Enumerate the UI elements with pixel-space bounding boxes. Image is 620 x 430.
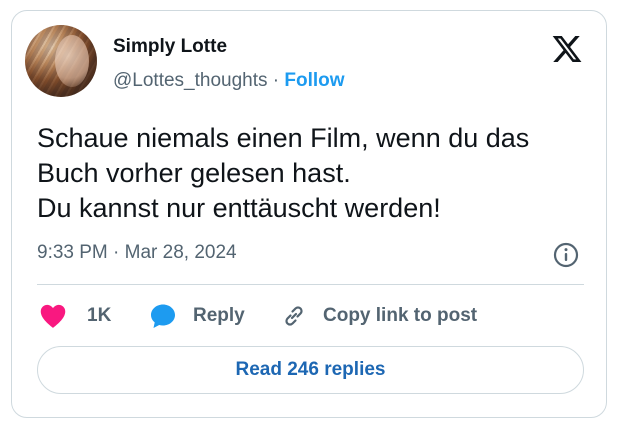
avatar-face: [55, 35, 89, 87]
author-handle[interactable]: @Lottes_thoughts: [113, 70, 268, 91]
speech-bubble-icon: [151, 304, 175, 328]
link-icon: [285, 306, 303, 326]
copy-link-label: Copy link to post: [323, 305, 478, 326]
author-handle-row: @Lottes_thoughts · Follow: [113, 70, 345, 92]
tweet-timestamp[interactable]: 9:33 PM · Mar 28, 2024: [37, 242, 237, 264]
reply-label: Reply: [193, 305, 245, 326]
reply-button[interactable]: Reply: [149, 302, 245, 330]
heart-icon: [40, 304, 66, 328]
info-icon[interactable]: [553, 242, 579, 268]
divider: [37, 284, 584, 285]
follow-button[interactable]: Follow: [284, 70, 344, 91]
tweet-text-line: Buch vorher gelesen hast.: [37, 158, 351, 188]
author-name[interactable]: Simply Lotte: [113, 36, 227, 58]
tweet-text-line: Du kannst nur enttäuscht werden!: [37, 193, 441, 223]
tweet-text: Schaue niemals einen Film, wenn du das B…: [37, 121, 587, 226]
like-button[interactable]: 1K: [39, 302, 111, 330]
tweet-text-line: Schaue niemals einen Film, wenn du das: [37, 123, 530, 153]
avatar[interactable]: [25, 25, 97, 97]
like-count: 1K: [87, 305, 112, 326]
read-replies-button[interactable]: Read 246 replies: [37, 346, 584, 394]
x-logo-icon[interactable]: [551, 33, 583, 65]
copy-link-button[interactable]: Copy link to post: [281, 302, 477, 330]
separator-dot: ·: [272, 70, 280, 91]
